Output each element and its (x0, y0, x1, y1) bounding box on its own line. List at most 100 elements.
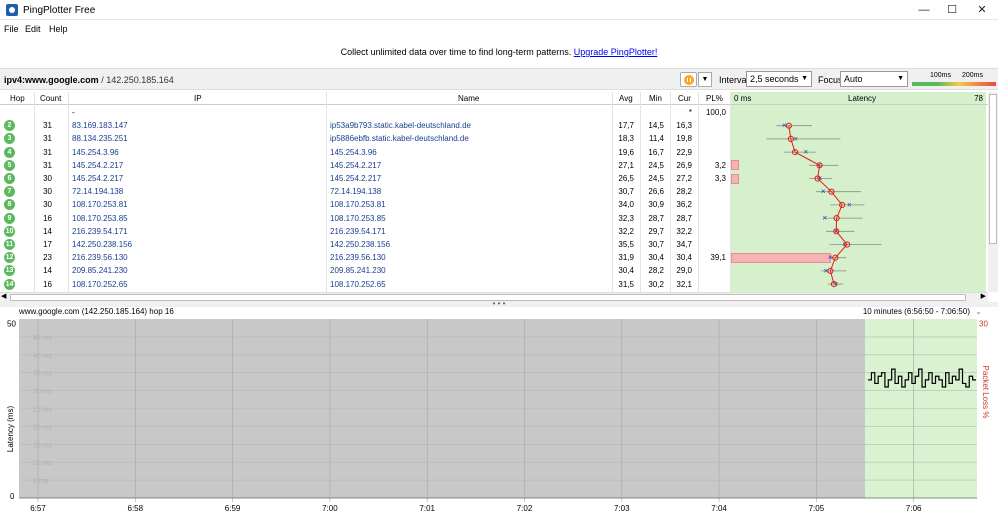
table-row[interactable]: 5 31 145.254.2.217 145.254.2.217 27,1 24,5 26,… (0, 159, 730, 172)
scroll-right-icon[interactable]: ▶ (981, 292, 986, 300)
cell-min: 29,7 (648, 226, 664, 236)
header-latency[interactable]: Latency (848, 94, 876, 103)
scroll-left-icon[interactable]: ◀ (1, 292, 6, 300)
pause-button[interactable] (680, 72, 697, 87)
cell-name: 72.14.194.138 (330, 187, 382, 197)
table-row[interactable]: 11 17 142.250.238.156 142.250.238.156 35,5 30… (0, 238, 730, 251)
cell-min: 26,6 (648, 187, 664, 197)
x-tick-label: 7:00 (322, 504, 338, 513)
cell-cur: 29,0 (676, 266, 692, 276)
pause-icon (684, 75, 694, 85)
current-latency-marker: × (804, 148, 809, 157)
cell-count: 14 (43, 226, 52, 236)
cell-ip: 209.85.241.230 (72, 266, 128, 276)
table-row[interactable]: 8 30 108.170.253.81 108.170.253.81 34,0 30,9 3… (0, 198, 730, 211)
cell-cur: 22,9 (676, 147, 692, 157)
target-label: ipv4:www.google.com / 142.250.185.164 (4, 75, 174, 85)
cell-min: 16,7 (648, 147, 664, 157)
current-latency-marker: × (793, 134, 798, 143)
table-row[interactable]: 12 23 216.239.56.130 216.239.56.130 31,9 30,4… (0, 251, 730, 264)
horizontal-scroll-thumb[interactable] (10, 294, 966, 301)
table-row[interactable]: 9 16 108.170.253.85 108.170.253.85 32,3 28,7 2… (0, 212, 730, 225)
cell-ip: 142.250.238.156 (72, 240, 133, 249)
cell-cur: 28,2 (676, 187, 692, 197)
table-row[interactable]: 3 31 88.134.235.251 ip5886ebfb.static.kabel… (0, 132, 730, 145)
cell-name: 145.254.3.96 (330, 147, 377, 157)
upgrade-link[interactable]: Upgrade PingPlotter! (574, 47, 658, 57)
x-tick-label: 6:58 (128, 504, 144, 513)
focus-select[interactable]: Auto ▼ (840, 71, 908, 87)
pause-dropdown-button[interactable]: ▼ (698, 72, 712, 87)
cell-cur: 16,3 (676, 121, 692, 131)
table-row[interactable]: 10 14 216.239.54.171 216.239.54.171 32,2 29,7… (0, 225, 730, 238)
close-button[interactable]: ✕ (970, 2, 994, 18)
x-tick-label: 7:01 (419, 504, 435, 513)
timeline-title: www.google.com (142.250.185.164) hop 16 (19, 307, 174, 316)
y-axis-label: Latency (ms) (6, 406, 15, 453)
focus-value: Auto (844, 74, 863, 84)
header-pl[interactable]: PL% (706, 94, 723, 103)
minimize-button[interactable]: — (912, 2, 936, 18)
trace-table: Hop Count IP Name Avg Min Cur PL% 0 ms L… (0, 92, 988, 292)
y-zero-label: 0 (10, 492, 15, 501)
cell-ip: 145.254.3.96 (72, 147, 119, 157)
timeline-range[interactable]: 10 minutes (6:56:50 - 7:06:50) (863, 307, 970, 316)
interval-select[interactable]: 2,5 seconds ▼ (746, 71, 812, 87)
header-hop[interactable]: Hop (10, 94, 25, 103)
cell-cur: 36,2 (676, 200, 692, 210)
current-latency-marker: × (822, 214, 827, 223)
target-ip: / 142.250.185.164 (98, 75, 174, 85)
table-row[interactable]: 7 30 72.14.194.138 72.14.194.138 30,7 26,6 28,… (0, 185, 730, 198)
y-top-label: 50 (7, 320, 16, 329)
y2-axis-label: Packet Loss % (981, 366, 990, 419)
maximize-button[interactable]: ☐ (940, 2, 964, 18)
header-count[interactable]: Count (40, 94, 61, 103)
table-row[interactable]: 4 31 145.254.3.96 145.254.3.96 19,6 16,7 22,9 (0, 146, 730, 159)
cell-ip: 108.170.252.65 (72, 279, 128, 289)
latency-header: 0 ms Latency 78 (731, 92, 986, 105)
table-row[interactable]: - * 100,0 (0, 106, 730, 119)
faint-y-tick-label: 20 ms (33, 424, 53, 431)
cell-cur: 26,9 (676, 160, 692, 170)
current-latency-marker: × (821, 187, 826, 196)
table-row[interactable]: 2 31 83.169.183.147 ip53a9b793.static.kabel… (0, 119, 730, 132)
table-row[interactable]: 6 30 145.254.2.217 145.254.2.217 26,5 24,5 27,… (0, 172, 730, 185)
menu-edit[interactable]: Edit (25, 24, 41, 34)
scale-high-label: 200ms (962, 72, 984, 79)
faint-y-tick-label: 5 ms (33, 478, 49, 485)
table-vertical-scrollbar[interactable] (988, 92, 998, 292)
banner-text: Collect unlimited data over time to find… (340, 47, 572, 57)
table-row[interactable]: 14 16 108.170.252.65 108.170.252.65 31,5 30,2… (0, 278, 730, 291)
vertical-scroll-thumb[interactable] (989, 94, 997, 244)
title-bar: PingPlotter Free — ☐ ✕ (0, 0, 998, 20)
hop-badge: 5 (4, 159, 15, 171)
faint-y-tick-label: 30 ms (33, 389, 53, 396)
cell-min: 11,4 (649, 134, 664, 144)
pingplotter-window: PingPlotter Free — ☐ ✕ File Edit Help Co… (0, 0, 998, 519)
header-min[interactable]: Min (649, 94, 662, 103)
menu-file[interactable]: File (4, 24, 19, 34)
x-tick-label: 7:06 (906, 504, 922, 513)
faint-y-tick-label: 15 ms (33, 442, 53, 449)
range-chevron-down-icon[interactable]: ⌄ (975, 307, 982, 316)
cell-name: 216.239.56.130 (330, 253, 386, 263)
cell-count: 30 (43, 174, 52, 183)
cell-name: 108.170.253.85 (330, 213, 386, 223)
cell-min: 24,5 (648, 174, 664, 183)
timeline-header: www.google.com (142.250.185.164) hop 16 … (0, 307, 998, 317)
header-name[interactable]: Name (458, 94, 479, 103)
header-cur[interactable]: Cur (678, 94, 691, 103)
faint-y-tick-label: 45 ms (33, 335, 53, 342)
cell-count: 30 (43, 187, 52, 197)
table-row[interactable]: 13 14 209.85.241.230 209.85.241.230 30,4 28,2… (0, 264, 730, 277)
hop-badge: 14 (4, 278, 15, 290)
menu-help[interactable]: Help (49, 24, 68, 34)
hop-badge: 11 (4, 239, 15, 250)
header-avg[interactable]: Avg (619, 94, 633, 103)
cell-avg: 30,4 (618, 266, 634, 276)
focus-label: Focus (818, 75, 843, 85)
cell-cur: 28,7 (676, 213, 692, 223)
cell-ip: 145.254.2.217 (72, 174, 124, 183)
header-ip[interactable]: IP (194, 94, 202, 103)
x-tick-label: 6:59 (225, 504, 241, 513)
